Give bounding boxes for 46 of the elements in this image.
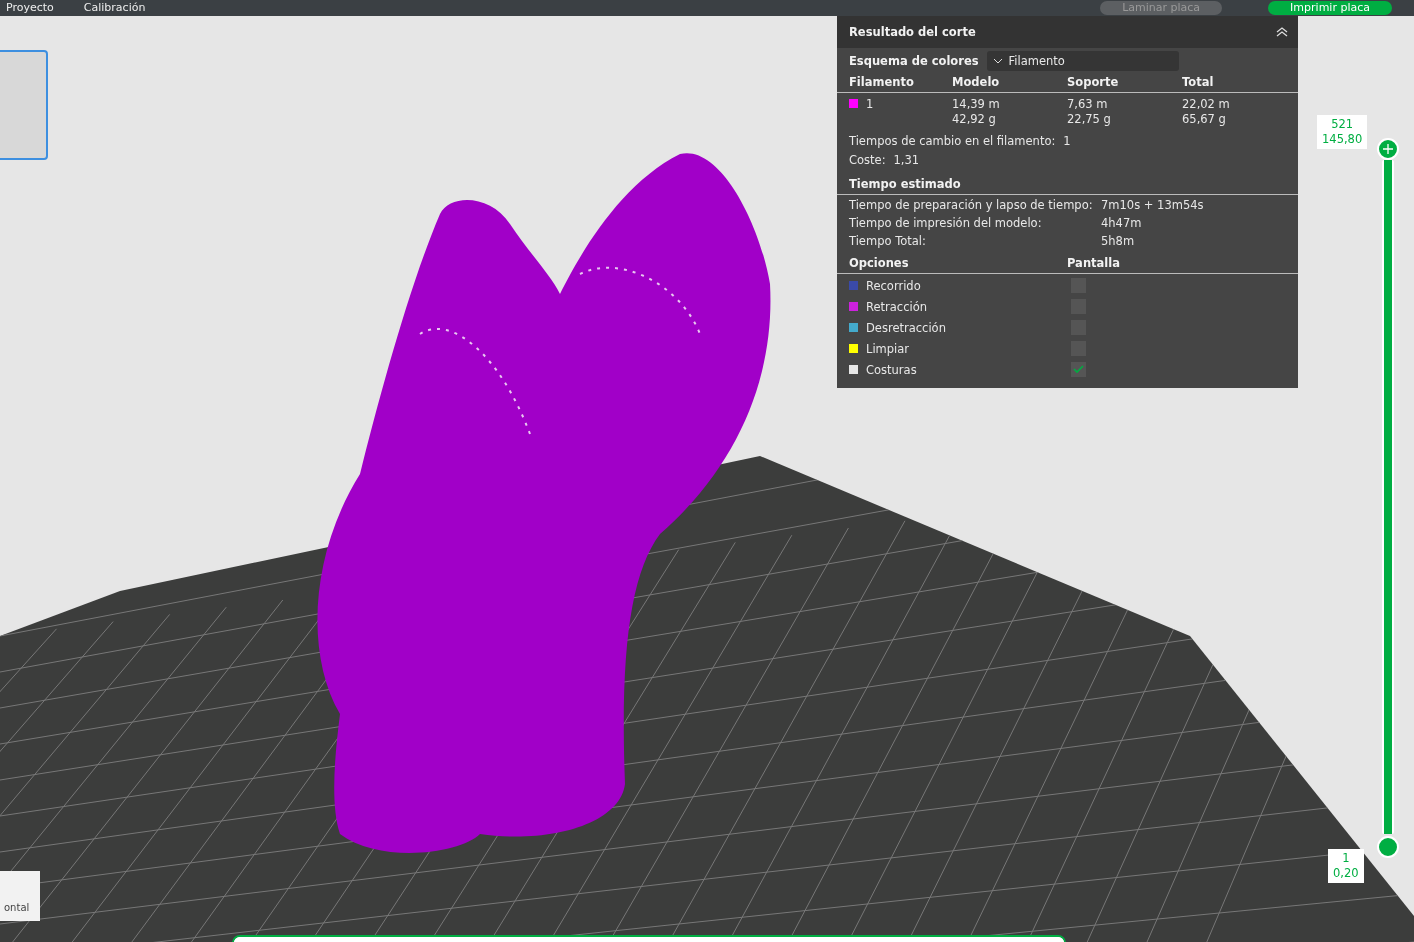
dropdown-value: Filamento <box>1008 54 1065 68</box>
option-label: Retracción <box>866 299 927 314</box>
table-cell-text: 7,63 m <box>1067 97 1109 112</box>
check-icon <box>1073 365 1084 374</box>
table-cell: 1 <box>866 97 874 111</box>
color-scheme-label: Esquema de colores <box>849 54 979 68</box>
option-label: Desretracción <box>866 320 946 335</box>
bottom-layer-label: 1 0,20 <box>1328 849 1364 883</box>
plate-thumbnail[interactable] <box>0 50 48 160</box>
display-checkbox[interactable] <box>1071 362 1086 377</box>
column-header: Opciones <box>849 256 910 270</box>
cost-value: 1,31 <box>893 152 920 167</box>
collapse-icon[interactable] <box>1276 27 1288 37</box>
option-label: Recorrido <box>866 278 921 293</box>
table-cell-text: 22,02 m <box>1182 97 1231 112</box>
column-header: Modelo <box>952 75 1001 89</box>
option-label: Costuras <box>866 362 917 377</box>
column-header: Soporte <box>1067 75 1120 89</box>
top-layer-handle[interactable] <box>1377 138 1399 160</box>
table-cell-text: 65,67 g <box>1182 112 1227 127</box>
panel-title: Resultado del corte <box>849 25 976 39</box>
column-header: Total <box>1182 75 1215 89</box>
table-cell-text: 14,39 m <box>952 97 1001 112</box>
column-header: Filamento <box>849 75 915 89</box>
section-title: Tiempo estimado <box>849 177 961 191</box>
table-cell-text: 22,75 g <box>1067 112 1112 127</box>
color-scheme-dropdown[interactable]: Filamento <box>986 51 1179 71</box>
plus-icon <box>1383 144 1393 154</box>
option-label: Limpiar <box>866 341 910 356</box>
time-label: Tiempo de preparación y lapso de tiempo: <box>849 198 1094 212</box>
view-cube[interactable]: ontal <box>0 871 40 921</box>
top-layer-label: 521 145,80 <box>1317 115 1368 149</box>
menu-tab[interactable]: Calibración <box>83 0 146 16</box>
filament-changes-value: 1 <box>1063 133 1071 148</box>
time-label: Tiempo Total: <box>849 234 927 248</box>
time-label: Tiempo de impresión del modelo: <box>849 216 1043 230</box>
time-value: 4h47m <box>1101 216 1143 230</box>
menu-tab[interactable]: Proyecto <box>6 0 54 16</box>
time-value: 5h8m <box>1101 234 1136 248</box>
column-header: Pantalla <box>1067 256 1121 270</box>
time-value: 7m10s + 13m54s <box>1101 198 1205 212</box>
filament-changes-label: Tiempos de cambio en el filamento: <box>849 133 1056 148</box>
bottom-layer-handle[interactable] <box>1377 836 1399 858</box>
table-cell-text: 42,92 g <box>952 112 997 127</box>
chevron-down-icon <box>992 58 1003 64</box>
cost-label: Coste: <box>849 152 886 167</box>
